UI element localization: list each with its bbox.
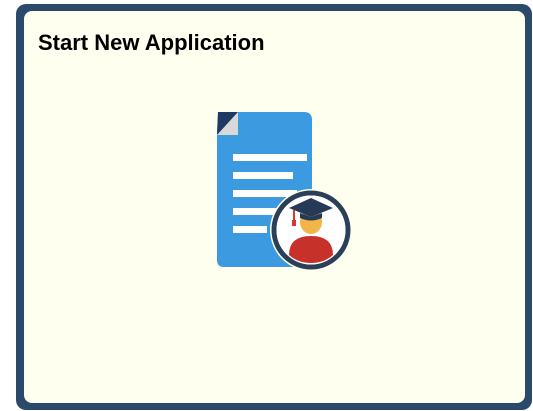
tile-body: Start New Application [24,11,525,403]
page: Start New Application [0,0,533,411]
start-new-application-tile[interactable]: Start New Application [16,4,532,410]
graduate-body [289,236,333,263]
document-graduate-icon [196,112,356,282]
tile-title: Start New Application [38,30,265,55]
